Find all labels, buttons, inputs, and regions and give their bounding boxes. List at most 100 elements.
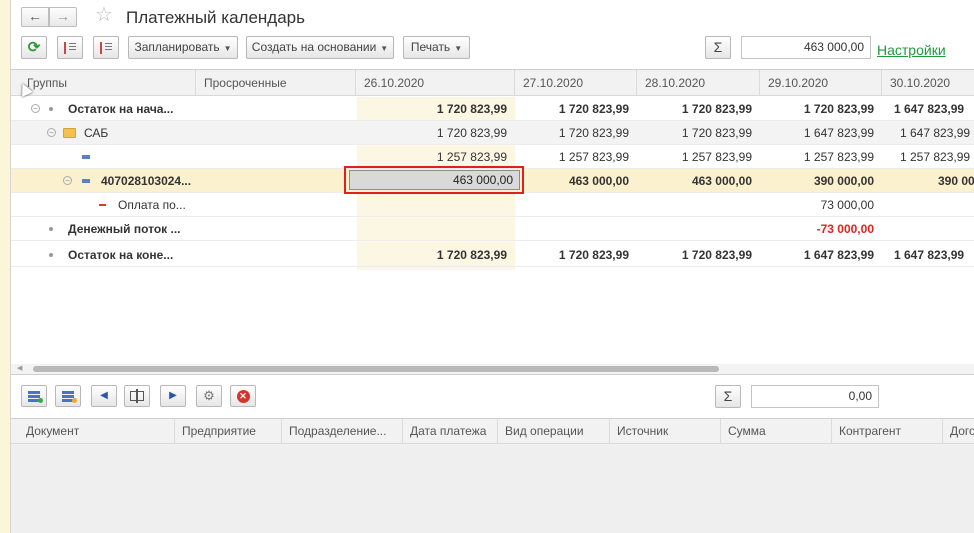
cell-value: 1 257 823,99 <box>558 150 629 164</box>
lower-sum-field[interactable]: 0,00 <box>751 385 879 408</box>
scrollbar-thumb[interactable] <box>33 366 719 372</box>
chevron-down-icon: ▼ <box>380 44 389 53</box>
column-header-date[interactable]: 30.10.2020 <box>882 70 974 96</box>
move-group-button[interactable] <box>55 385 81 407</box>
collapse-icon[interactable]: − <box>63 176 72 185</box>
cell-value: 463 000,00 <box>691 174 752 188</box>
folder-icon <box>63 128 76 138</box>
cell-value: 1 257 823,99 <box>681 150 752 164</box>
cell-value: 1 647 823,99 <box>894 102 965 116</box>
chevron-down-icon: ▼ <box>454 44 463 53</box>
row-label: 407028103024... <box>101 174 192 188</box>
table-row[interactable]: Денежный поток ... -73 000,00 <box>11 217 974 241</box>
bullet-icon <box>49 227 53 231</box>
column-header-amount[interactable]: Сумма <box>721 419 832 444</box>
add-document-button[interactable]: ⚙ <box>196 385 222 407</box>
arrow-left-icon: ← <box>28 8 42 24</box>
title-bar: ← → ☆ Платежный календарь <box>11 0 974 34</box>
payment-calendar-window: ← → ☆ Платежный календарь ⟳ Запланироват… <box>10 0 974 533</box>
column-header-contract[interactable]: Договор <box>943 419 974 444</box>
scroll-left-icon[interactable]: ◀ <box>17 364 22 374</box>
cell-value: 73 000,00 <box>820 198 874 212</box>
table-row[interactable]: Остаток на коне... 1 720 823,99 1 720 82… <box>11 243 974 267</box>
planned-dropdown-button[interactable]: Запланировать ▼ <box>128 36 238 59</box>
grid-header: Группы Просроченные 26.10.2020 27.10.202… <box>11 70 974 96</box>
print-dropdown-button[interactable]: Печать ▼ <box>403 36 470 59</box>
create-based-label: Создать на основании <box>251 40 377 54</box>
calendar-grid[interactable]: Группы Просроченные 26.10.2020 27.10.202… <box>11 69 974 375</box>
row-label <box>99 145 194 169</box>
create-based-dropdown-button[interactable]: Создать на основании ▼ <box>246 36 394 59</box>
row-label: Оплата по... <box>118 198 186 212</box>
cell-value: 1 720 823,99 <box>681 248 752 262</box>
cell-value: 1 647 823,99 <box>894 248 965 262</box>
sum-button[interactable]: Σ <box>705 36 731 59</box>
add-group-button[interactable] <box>21 385 47 407</box>
column-header-date[interactable]: 28.10.2020 <box>637 70 760 96</box>
selection-highlight-box <box>344 166 524 194</box>
cell-value: 1 257 823,99 <box>900 150 971 164</box>
documents-grid-body[interactable] <box>11 445 974 533</box>
settings-link[interactable]: Настройки <box>877 42 946 58</box>
refresh-button[interactable]: ⟳ <box>21 36 47 59</box>
cell-value: 1 720 823,99 <box>436 248 507 262</box>
sort-ascending-button[interactable] <box>57 36 83 59</box>
cell-value: 1 257 823,99 <box>803 150 874 164</box>
column-header-counterparty[interactable]: Контрагент <box>832 419 943 444</box>
table-row[interactable]: − Остаток на нача... 1 720 823,99 1 720 … <box>11 97 974 121</box>
sum-field[interactable]: 463 000,00 <box>741 36 871 59</box>
forward-button[interactable]: → <box>49 7 77 27</box>
cell-value: 1 720 823,99 <box>681 102 752 116</box>
cell-value: 1 647 823,99 <box>900 126 971 140</box>
cell-value: 463 000,00 <box>568 174 629 188</box>
column-header-payment-date[interactable]: Дата платежа <box>403 419 498 444</box>
collapse-icon[interactable]: − <box>47 128 56 137</box>
cell-value: 390 000,00 <box>938 174 974 188</box>
sort-descending-icon <box>100 42 112 54</box>
row-label: Остаток на нача... <box>68 102 174 116</box>
split-icon <box>130 389 144 403</box>
print-label: Печать <box>410 40 451 54</box>
back-button[interactable]: ← <box>21 7 49 27</box>
collapse-icon[interactable]: − <box>31 104 40 113</box>
column-header-enterprise[interactable]: Предприятие <box>175 419 282 444</box>
cell-value: 1 720 823,99 <box>558 126 629 140</box>
column-header-department[interactable]: Подразделение... <box>282 419 403 444</box>
bullet-icon <box>49 107 53 111</box>
sigma-icon: Σ <box>723 388 733 404</box>
column-header-date[interactable]: 29.10.2020 <box>760 70 882 96</box>
lower-sum-button[interactable]: Σ <box>715 385 741 408</box>
bullet-icon <box>49 253 53 257</box>
cell-value: 1 720 823,99 <box>558 248 629 262</box>
column-header-date[interactable]: 26.10.2020 <box>356 70 515 96</box>
cell-value: 1 720 823,99 <box>681 126 752 140</box>
column-header-document[interactable]: Документ <box>19 419 175 444</box>
split-button[interactable] <box>124 385 150 407</box>
column-header-source[interactable]: Источник <box>610 419 721 444</box>
column-header-groups[interactable]: Группы <box>11 70 196 96</box>
column-header-operation-type[interactable]: Вид операции <box>498 419 610 444</box>
row-label: САБ <box>84 126 109 140</box>
favorite-star-icon[interactable]: ☆ <box>95 5 113 25</box>
move-right-button[interactable]: ▶ <box>160 385 186 407</box>
table-row[interactable]: Оплата по... 73 000,00 <box>11 193 974 217</box>
cancel-icon: ✕ <box>236 390 250 403</box>
cancel-button[interactable]: ✕ <box>230 385 256 407</box>
column-header-date[interactable]: 27.10.2020 <box>515 70 637 96</box>
cell-value: 1 720 823,99 <box>803 102 874 116</box>
horizontal-scrollbar[interactable]: ◀ <box>11 364 974 374</box>
column-header-overdue[interactable]: Просроченные <box>196 70 356 96</box>
account-icon <box>82 179 90 183</box>
lower-toolbar: ◀ ▶ ⚙ ✕ Σ 0,00 <box>11 385 974 411</box>
cell-value: 1 720 823,99 <box>436 126 507 140</box>
account-icon <box>82 155 90 159</box>
table-row[interactable]: − САБ 1 720 823,99 1 720 823,99 1 720 82… <box>11 121 974 145</box>
sort-descending-button[interactable] <box>93 36 119 59</box>
move-left-button[interactable]: ◀ <box>91 385 117 407</box>
main-toolbar: ⟳ Запланировать ▼ Создать на основании ▼ П… <box>11 36 974 62</box>
documents-grid[interactable]: Документ Предприятие Подразделение... Да… <box>11 418 974 533</box>
cell-value-negative: -73 000,00 <box>816 222 874 236</box>
page-title: Платежный календарь <box>126 8 305 27</box>
stack-add-icon <box>28 391 43 403</box>
chevron-down-icon: ▼ <box>223 44 232 53</box>
